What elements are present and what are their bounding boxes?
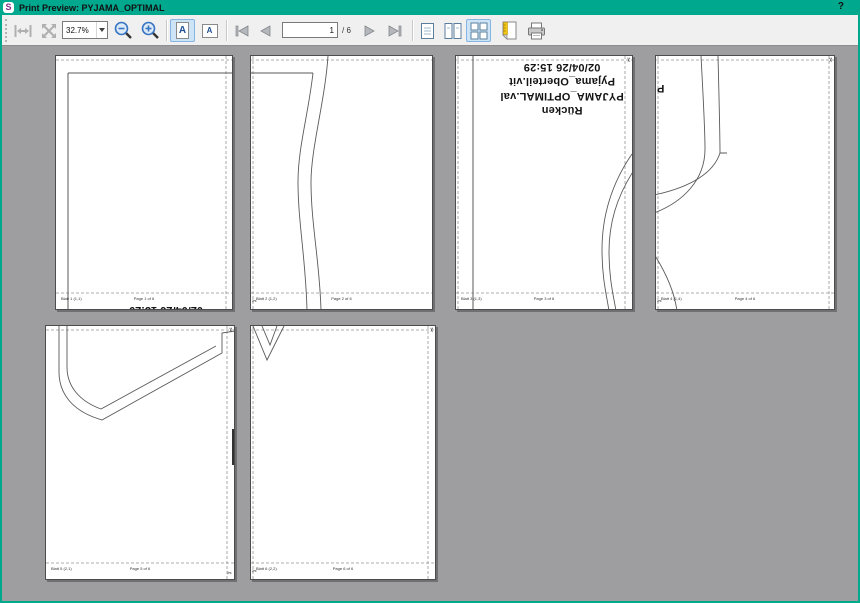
last-page-button[interactable] — [383, 19, 407, 42]
page-label: Page 6 of 6 — [333, 566, 353, 571]
orientation-portrait-button[interactable]: A — [170, 19, 195, 42]
help-button[interactable]: ? — [838, 1, 844, 12]
page-label: Page 1 of 6 — [134, 296, 154, 301]
view-single-page-button[interactable] — [416, 19, 439, 42]
preview-page-2: ✂ Blatt 2 (1,2) Page 2 of 6 — [250, 55, 433, 310]
zoom-out-button[interactable] — [111, 19, 136, 42]
portrait-letter: A — [179, 25, 186, 36]
sheet-label: Blatt 2 (1,2) — [256, 296, 277, 301]
sheet-label: Blatt 6 (2,2) — [256, 566, 277, 571]
next-page-button[interactable] — [358, 19, 381, 42]
page-setup-icon — [501, 21, 518, 40]
title-bar: S Print Preview: PYJAMA_OPTIMAL ? — [0, 0, 860, 15]
preview-page-4: P ✂ ✂ Blatt 4 (1,4) Page 4 of 6 — [655, 55, 835, 310]
facing-pages-icon — [444, 22, 462, 40]
page-label: Page 2 of 6 — [331, 296, 351, 301]
sheet-label: Blatt 4 (1,4) — [661, 296, 682, 301]
preview-page-5: ✂ ✂ Blatt 5 (2,1) Page 5 of 6 — [45, 325, 235, 580]
scissors-mark-icon: ✂ — [227, 571, 232, 577]
pattern-lines-page-5 — [46, 326, 235, 580]
preview-page-3: Rücken PYJAMA_OPTIMAL.val Pyjama_Obertei… — [455, 55, 633, 310]
fit-width-button[interactable] — [11, 19, 35, 42]
zoom-out-icon — [114, 21, 133, 40]
fit-page-button[interactable] — [37, 19, 61, 42]
page-setup-button[interactable] — [497, 19, 521, 42]
overflow-letter-text: P — [657, 82, 664, 94]
first-page-button[interactable] — [230, 19, 253, 42]
sheet-label: Blatt 3 (1,3) — [461, 296, 482, 301]
fit-width-icon — [14, 24, 32, 38]
page-label: Page 3 of 6 — [534, 296, 554, 301]
sheet-label: Blatt 5 (2,1) — [51, 566, 72, 571]
sheet-label: Blatt 1 (1,1) — [61, 296, 82, 301]
previous-page-button[interactable] — [254, 19, 277, 42]
pattern-lines-page-1 — [56, 56, 233, 310]
next-page-icon — [362, 24, 377, 38]
page-total-label: / 6 — [342, 26, 351, 35]
pattern-file-name: PYJAMA_OPTIMAL.val — [474, 89, 633, 103]
single-page-icon — [420, 22, 435, 40]
page-label: Page 4 of 6 — [735, 296, 755, 301]
scissors-mark-icon: ✂ — [624, 57, 630, 62]
view-facing-pages-button[interactable] — [441, 19, 464, 42]
separator — [412, 20, 413, 41]
separator — [166, 20, 167, 41]
scissors-mark-icon: ✂ — [226, 327, 232, 332]
toolbar-grip[interactable] — [5, 19, 8, 42]
clipped-date-text: 02/04/26 15:29 — [96, 304, 233, 310]
printer-icon — [527, 22, 546, 40]
pattern-lines-page-4 — [656, 56, 835, 310]
all-pages-grid-icon — [470, 22, 488, 40]
app-icon-letter: S — [5, 3, 11, 12]
fit-page-icon — [41, 23, 57, 39]
zoom-in-icon — [141, 21, 160, 40]
preview-page-1: 02/04/26 15:29 Blatt 1 (1,1) Page 1 of 6 — [55, 55, 233, 310]
preview-page-6: ✂ ✂ Blatt 6 (2,2) Page 6 of 6 — [250, 325, 436, 580]
orientation-landscape-button[interactable]: A — [197, 19, 222, 42]
first-page-icon — [234, 24, 250, 38]
page-label: Page 5 of 6 — [130, 566, 150, 571]
pattern-lines-page-2 — [251, 56, 433, 310]
zoom-percent-value: 32.7% — [63, 26, 96, 35]
zoom-percent-select[interactable]: 32.7% — [62, 21, 108, 39]
scissors-mark-icon: ✂ — [427, 327, 433, 332]
zoom-in-button[interactable] — [138, 19, 163, 42]
pattern-info-text: Rücken PYJAMA_OPTIMAL.val Pyjama_Obertei… — [474, 60, 633, 117]
toolbar: 32.7% A A — [2, 15, 858, 46]
landscape-letter: A — [207, 26, 213, 35]
date-time: 02/04/26 15:29 — [474, 60, 633, 74]
preview-area[interactable]: 02/04/26 15:29 Blatt 1 (1,1) Page 1 of 6… — [2, 46, 858, 601]
pattern-lines-page-6 — [251, 326, 436, 580]
page-number-input[interactable] — [282, 22, 338, 38]
app-icon: S — [3, 2, 14, 13]
landscape-page-icon: A — [202, 24, 218, 38]
previous-page-icon — [258, 24, 273, 38]
scissors-mark-icon: ✂ — [826, 57, 832, 62]
last-page-icon — [387, 24, 403, 38]
separator — [226, 20, 227, 41]
measurements-file-name: Pyjama_Oberteil.vit — [474, 74, 633, 88]
portrait-page-icon: A — [176, 22, 189, 39]
chevron-down-icon — [96, 22, 107, 38]
print-button[interactable] — [524, 19, 549, 42]
window-title: Print Preview: PYJAMA_OPTIMAL — [19, 3, 165, 13]
piece-name: Rücken — [474, 103, 633, 117]
print-preview-window: S Print Preview: PYJAMA_OPTIMAL ? — [0, 0, 860, 603]
view-all-pages-button[interactable] — [466, 19, 491, 42]
